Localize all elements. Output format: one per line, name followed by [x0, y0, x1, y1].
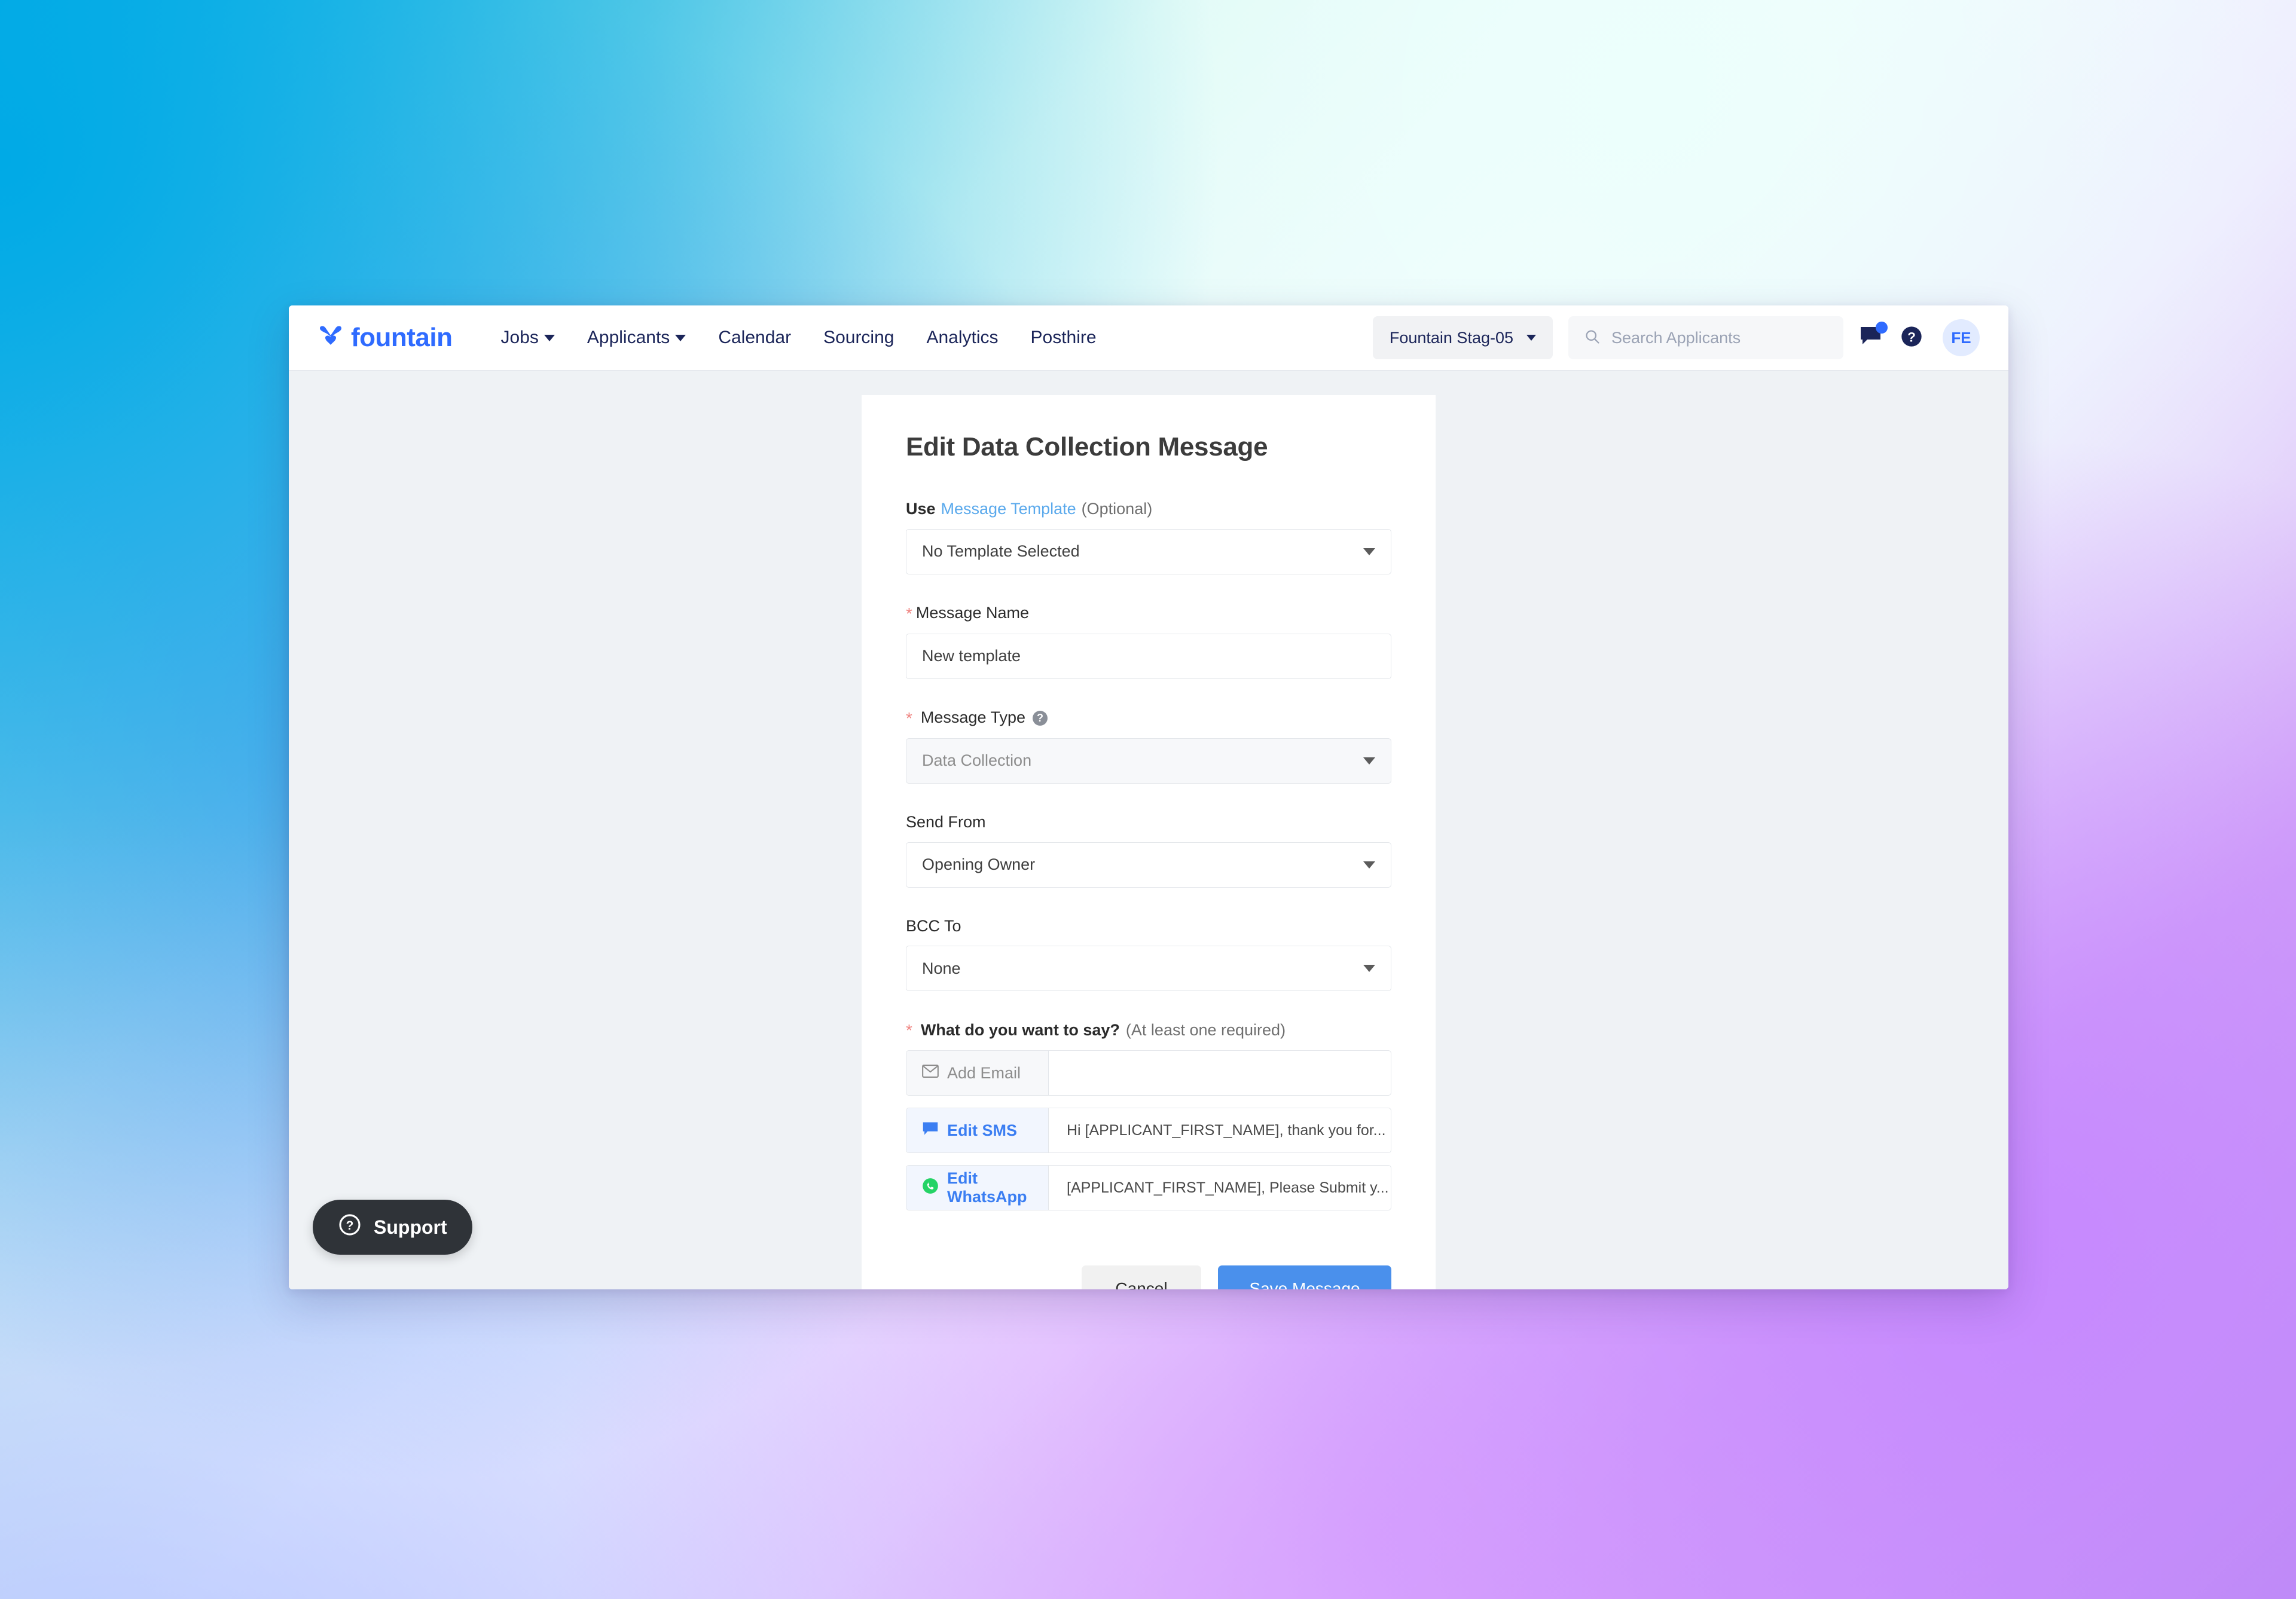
message-name-label: * Message Name	[906, 603, 1391, 624]
nav-item-sourcing[interactable]: Sourcing	[807, 328, 910, 348]
sms-preview: Hi [APPLICANT_FIRST_NAME], thank you for…	[1067, 1121, 1386, 1139]
field-send-from: Send From Opening Owner	[906, 812, 1391, 888]
edit-whatsapp-label: Edit WhatsApp	[947, 1169, 1027, 1206]
nav-item-applicants[interactable]: Applicants	[571, 328, 702, 348]
say-label-hint: (At least one required)	[1125, 1020, 1286, 1039]
nav-right-cluster: Fountain Stag-05 Search Applicants ? FE	[1372, 316, 1980, 359]
account-switcher-label: Fountain Stag-05	[1389, 328, 1513, 347]
envelope-icon	[922, 1064, 939, 1083]
page-content: Edit Data Collection Message Use Message…	[289, 371, 2008, 1289]
whatsapp-preview: [APPLICANT_FIRST_NAME], Please Submit y.…	[1067, 1179, 1389, 1196]
send-from-label-text: Send From	[906, 812, 986, 831]
bcc-to-label-text: BCC To	[906, 916, 961, 935]
nav-item-analytics[interactable]: Analytics	[910, 328, 1014, 348]
field-message-name: * Message Name	[906, 603, 1391, 679]
nav-item-posthire[interactable]: Posthire	[1015, 328, 1113, 348]
bcc-to-value: None	[922, 959, 961, 977]
chevron-down-icon	[675, 334, 686, 341]
channel-row-sms: Edit SMS Hi [APPLICANT_FIRST_NAME], than…	[906, 1108, 1391, 1154]
top-navigation-bar: fountain Jobs Applicants Calendar Sourci…	[289, 305, 2008, 371]
edit-sms-label: Edit SMS	[947, 1121, 1018, 1139]
say-label-text: What do you want to say?	[920, 1020, 1120, 1039]
nav-item-applicants-label: Applicants	[587, 328, 670, 347]
support-widget-button[interactable]: ? Support	[313, 1200, 472, 1255]
nav-item-calendar[interactable]: Calendar	[702, 328, 807, 348]
message-template-label-prefix: Use	[906, 500, 936, 518]
whatsapp-icon	[922, 1178, 939, 1199]
message-template-select[interactable]: No Template Selected	[906, 528, 1391, 574]
svg-text:?: ?	[1907, 329, 1916, 344]
required-asterisk: *	[906, 604, 912, 623]
message-type-value: Data Collection	[922, 751, 1032, 770]
edit-message-card: Edit Data Collection Message Use Message…	[862, 395, 1436, 1289]
nav-item-jobs-label: Jobs	[500, 328, 539, 347]
chevron-down-icon	[1363, 548, 1375, 555]
help-circle-icon: ?	[1900, 325, 1923, 351]
avatar-initials: FE	[1951, 328, 1971, 347]
field-message-template: Use Message Template (Optional) No Templ…	[906, 499, 1391, 574]
edit-sms-button[interactable]: Edit SMS	[906, 1108, 1049, 1153]
send-from-select[interactable]: Opening Owner	[906, 842, 1391, 888]
nav-item-sourcing-label: Sourcing	[823, 328, 894, 347]
message-type-label-text: Message Type	[920, 708, 1026, 727]
send-from-label: Send From	[906, 812, 1391, 833]
send-from-value: Opening Owner	[922, 855, 1036, 873]
message-template-optional: (Optional)	[1081, 500, 1153, 518]
support-widget-label: Support	[374, 1216, 447, 1238]
bcc-to-select[interactable]: None	[906, 946, 1391, 992]
chevron-down-icon	[1363, 965, 1375, 973]
primary-nav-links: Jobs Applicants Calendar Sourcing Analyt…	[485, 328, 1113, 348]
chevron-down-icon	[1363, 861, 1375, 869]
channel-row-whatsapp: Edit WhatsApp [APPLICANT_FIRST_NAME], Pl…	[906, 1165, 1391, 1211]
nav-item-posthire-label: Posthire	[1030, 328, 1097, 347]
nav-item-jobs[interactable]: Jobs	[485, 328, 571, 348]
search-icon	[1584, 328, 1601, 348]
search-applicants-box[interactable]	[1568, 316, 1843, 359]
bcc-to-label: BCC To	[906, 916, 1391, 937]
message-type-label: * Message Type ?	[906, 708, 1391, 729]
brand-logo[interactable]: fountain	[317, 325, 453, 351]
cancel-button[interactable]: Cancel	[1082, 1265, 1201, 1289]
chevron-down-icon	[1526, 335, 1536, 341]
notification-badge-dot	[1876, 321, 1888, 334]
avatar[interactable]: FE	[1943, 319, 1980, 356]
message-template-link[interactable]: Message Template	[941, 499, 1076, 519]
question-circle-icon: ?	[338, 1213, 362, 1242]
fountain-logo-icon	[317, 325, 345, 351]
chevron-down-icon	[1363, 757, 1375, 765]
field-message-channels: * What do you want to say? (At least one…	[906, 1020, 1391, 1211]
message-template-label: Use Message Template (Optional)	[906, 499, 1391, 519]
message-name-input[interactable]	[922, 647, 1375, 666]
nav-item-calendar-label: Calendar	[718, 328, 792, 347]
say-label: * What do you want to say? (At least one…	[906, 1020, 1391, 1041]
announcements-button[interactable]	[1859, 321, 1888, 351]
browser-window: fountain Jobs Applicants Calendar Sourci…	[289, 305, 2008, 1289]
field-bcc-to: BCC To None	[906, 916, 1391, 992]
brand-wordmark: fountain	[351, 323, 453, 352]
message-name-field[interactable]	[906, 633, 1391, 679]
chevron-down-icon	[544, 334, 555, 341]
account-switcher[interactable]: Fountain Stag-05	[1372, 316, 1553, 359]
required-asterisk: *	[906, 708, 912, 727]
help-circle-icon[interactable]: ?	[1033, 710, 1048, 726]
required-asterisk: *	[906, 1021, 912, 1040]
message-type-select: Data Collection	[906, 738, 1391, 784]
channel-row-email: Add Email	[906, 1050, 1391, 1096]
channel-list: Add Email Edit SMS Hi [APPLICANT_FIRST_N…	[906, 1050, 1391, 1211]
sms-bubble-icon	[922, 1121, 939, 1141]
help-button[interactable]: ?	[1900, 325, 1923, 351]
nav-item-analytics-label: Analytics	[926, 328, 999, 347]
add-email-button[interactable]: Add Email	[906, 1051, 1049, 1096]
edit-whatsapp-button[interactable]: Edit WhatsApp	[906, 1166, 1049, 1210]
save-message-button[interactable]: Save Message	[1218, 1265, 1391, 1289]
message-template-value: No Template Selected	[922, 542, 1080, 561]
search-input[interactable]	[1611, 328, 1828, 347]
page-title: Edit Data Collection Message	[906, 432, 1268, 461]
message-name-label-text: Message Name	[915, 604, 1029, 622]
add-email-label: Add Email	[947, 1063, 1021, 1082]
field-message-type: * Message Type ? Data Collection	[906, 708, 1391, 784]
email-preview	[1049, 1051, 1391, 1095]
form-actions: Cancel Save Message	[906, 1265, 1391, 1289]
svg-text:?: ?	[346, 1219, 354, 1233]
